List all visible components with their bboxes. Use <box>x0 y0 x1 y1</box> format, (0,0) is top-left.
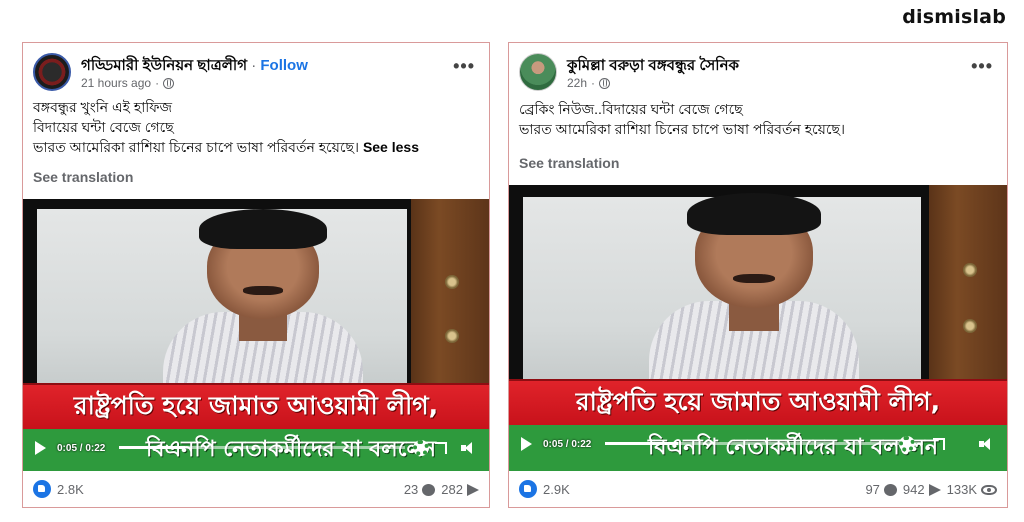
video-time: 0:05 / 0:22 <box>543 438 592 450</box>
share-icon <box>467 483 479 496</box>
avatar[interactable] <box>519 53 557 91</box>
stats: 23 282 <box>404 482 479 497</box>
see-less-link[interactable]: See less <box>363 139 419 155</box>
share-count: 282 <box>441 482 463 497</box>
like-icon[interactable] <box>519 480 537 498</box>
more-options-icon[interactable]: ••• <box>971 57 993 75</box>
post-line: বিদায়ের ঘন্টা বেজে গেছে <box>33 119 174 135</box>
post-line: ভারত আমেরিকা রাশিয়া চিনের চাপে ভাষা পরি… <box>519 121 846 137</box>
stats: 97 942 133K <box>865 482 997 497</box>
post-line-row: ভারত আমেরিকা রাশিয়া চিনের চাপে ভাষা পরি… <box>33 137 419 157</box>
video-door <box>929 185 1007 385</box>
post-time[interactable]: 21 hours ago <box>81 76 151 90</box>
post-line: ব্রেকিং নিউজ..বিদায়ের ঘন্টা বেজে গেছে <box>519 101 743 117</box>
share-count: 942 <box>902 482 925 497</box>
meta-separator: · <box>591 76 596 90</box>
post-text: বঙ্গবন্ধুর খুংনি এই হাফিজ বিদায়ের ঘন্টা… <box>33 97 419 157</box>
headline-banner-red: রাষ্ট্রপতি হয়ে জামাত আওয়ামী লীগ, <box>509 379 1007 425</box>
author-name[interactable]: গড্ডিমারী ইউনিয়ন ছাত্রলীগ <box>81 57 247 74</box>
share-stat[interactable]: 942 <box>903 482 941 497</box>
comment-count: 23 <box>403 482 419 497</box>
like-count[interactable]: 2.8K <box>57 482 84 497</box>
post-footer: 2.8K 23 282 <box>33 479 479 499</box>
follow-button[interactable]: Follow <box>260 57 308 74</box>
post-header: কুমিল্লা বরুড়া বঙ্গবন্ধুর সৈনিক 22h · •… <box>519 53 997 97</box>
globe-icon <box>163 77 175 89</box>
comment-icon <box>883 483 897 496</box>
comment-stat[interactable]: 97 <box>865 482 897 497</box>
meta-separator: · <box>155 76 160 90</box>
brand-logo: dismislab <box>902 6 1006 28</box>
post-header: গড্ডিমারী ইউনিয়ন ছাত্রলীগ · Follow 21 h… <box>33 53 479 97</box>
author-name[interactable]: কুমিল্লা বরুড়া বঙ্গবন্ধুর সৈনিক <box>567 57 739 74</box>
video-player[interactable]: রাষ্ট্রপতি হয়ে জামাত আওয়ামী লীগ, বিএনপ… <box>509 185 1007 471</box>
like-icon[interactable] <box>33 480 51 498</box>
post-meta: 21 hours ago · <box>81 76 175 90</box>
play-icon[interactable] <box>521 437 532 451</box>
eye-icon <box>981 484 997 495</box>
avatar[interactable] <box>33 53 71 91</box>
post-line: বঙ্গবন্ধুর খুংনি এই হাফিজ <box>33 99 173 115</box>
share-icon <box>928 483 941 496</box>
post-meta: 22h · <box>567 76 611 90</box>
see-translation-link[interactable]: See translation <box>33 169 133 185</box>
post-card-2: কুমিল্লা বরুড়া বঙ্গবন্ধুর সৈনিক 22h · •… <box>508 42 1008 508</box>
post-card-1: গড্ডিমারী ইউনিয়ন ছাত্রলীগ · Follow 21 h… <box>22 42 490 508</box>
view-count: 133K <box>946 482 977 497</box>
comment-stat[interactable]: 23 <box>403 482 436 497</box>
video-person <box>163 209 363 393</box>
headline-banner-red: রাষ্ট্রপতি হয়ে জামাত আওয়ামী লীগ, <box>23 383 489 429</box>
video-door <box>411 199 489 399</box>
gear-icon[interactable] <box>413 440 429 456</box>
seek-bar[interactable] <box>605 442 923 445</box>
video-controls: 0:05 / 0:22 <box>509 431 1007 457</box>
speaker-icon[interactable] <box>979 438 993 450</box>
globe-icon <box>599 77 611 89</box>
comment-count: 97 <box>865 482 880 497</box>
video-time: 0:05 / 0:22 <box>57 442 106 454</box>
more-options-icon[interactable]: ••• <box>453 57 475 75</box>
post-footer: 2.9K 97 942 133K <box>519 479 997 499</box>
expand-icon[interactable] <box>435 442 447 454</box>
gear-icon[interactable] <box>899 436 915 452</box>
post-time[interactable]: 22h <box>567 76 587 90</box>
separator: · <box>251 57 257 74</box>
views-stat[interactable]: 133K <box>947 482 997 497</box>
see-translation-link[interactable]: See translation <box>519 155 619 171</box>
seek-bar[interactable] <box>119 446 405 449</box>
video-controls: 0:05 / 0:22 <box>23 435 489 461</box>
post-line: ভারত আমেরিকা রাশিয়া চিনের চাপে ভাষা পরি… <box>33 139 360 155</box>
video-player[interactable]: রাষ্ট্রপতি হয়ে জামাত আওয়ামী লীগ, বিএনপ… <box>23 199 489 471</box>
banner-red-text: রাষ্ট্রপতি হয়ে জামাত আওয়ামী লীগ, <box>73 391 439 420</box>
share-stat[interactable]: 282 <box>441 482 479 497</box>
speaker-icon[interactable] <box>461 442 475 454</box>
comment-icon <box>422 483 436 496</box>
expand-icon[interactable] <box>933 438 945 450</box>
post-text: ব্রেকিং নিউজ..বিদায়ের ঘন্টা বেজে গেছে ভ… <box>519 99 845 139</box>
banner-red-text: রাষ্ট্রপতি হয়ে জামাত আওয়ামী লীগ, <box>575 387 941 416</box>
like-count[interactable]: 2.9K <box>543 482 570 497</box>
play-icon[interactable] <box>35 441 46 455</box>
video-person <box>649 193 859 385</box>
